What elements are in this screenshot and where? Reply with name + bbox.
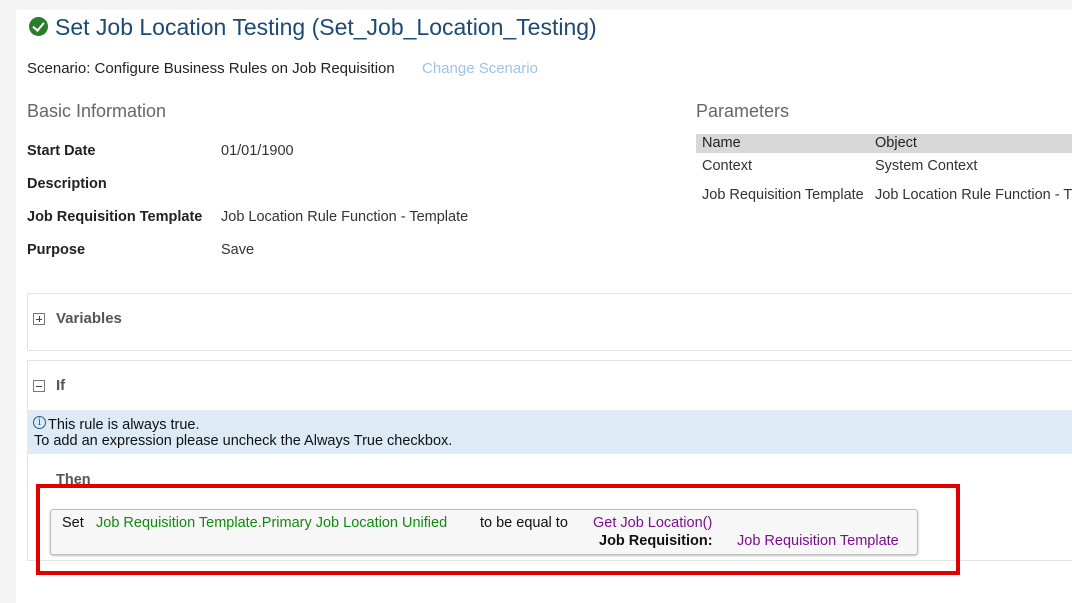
parameters-table-header: Name Object	[696, 134, 1072, 153]
job-requisition-template-label: Job Requisition Template	[27, 209, 203, 225]
check-circle-icon	[29, 17, 48, 36]
variables-panel-title[interactable]: Variables	[56, 310, 122, 327]
always-true-info-message: i This rule is always true. To add an ex…	[27, 410, 1072, 454]
purpose-value: Save	[221, 242, 255, 258]
collapse-minus-icon[interactable]	[33, 380, 45, 392]
param-object-cell: Job Location Rule Function - T...	[875, 187, 1072, 203]
param-name-cell: Job Requisition Template	[702, 187, 864, 203]
if-panel-top-border	[27, 360, 1072, 361]
variables-panel-left-border	[27, 293, 28, 350]
basic-info-heading: Basic Information	[27, 101, 167, 121]
page-title: Set Job Location Testing (Set_Job_Locati…	[55, 14, 597, 40]
info-icon: i	[33, 416, 46, 429]
if-panel-title[interactable]: If	[56, 377, 65, 394]
column-header-object: Object	[875, 135, 917, 151]
description-label: Description	[27, 176, 107, 192]
variables-panel-top-border	[27, 293, 1072, 294]
info-line-2: To add an expression please uncheck the …	[34, 433, 453, 449]
change-scenario-link[interactable]: Change Scenario	[422, 60, 538, 77]
start-date-value: 01/01/1900	[221, 143, 294, 159]
info-line-1: This rule is always true.	[48, 417, 200, 433]
if-panel-left-border	[27, 360, 28, 560]
highlight-box	[36, 484, 960, 575]
purpose-label: Purpose	[27, 242, 86, 258]
parameters-heading: Parameters	[696, 101, 790, 121]
rule-detail-page: Set Job Location Testing (Set_Job_Locati…	[16, 10, 1072, 603]
job-requisition-template-value: Job Location Rule Function - Template	[221, 209, 469, 225]
expand-plus-icon[interactable]	[33, 313, 45, 325]
start-date-label: Start Date	[27, 143, 96, 159]
param-object-cell: System Context	[875, 158, 978, 174]
scenario-label: Scenario: Configure Business Rules on Jo…	[27, 60, 395, 77]
variables-panel-bottom-border	[27, 350, 1072, 351]
param-name-cell: Context	[702, 158, 752, 174]
column-header-name: Name	[702, 135, 741, 151]
